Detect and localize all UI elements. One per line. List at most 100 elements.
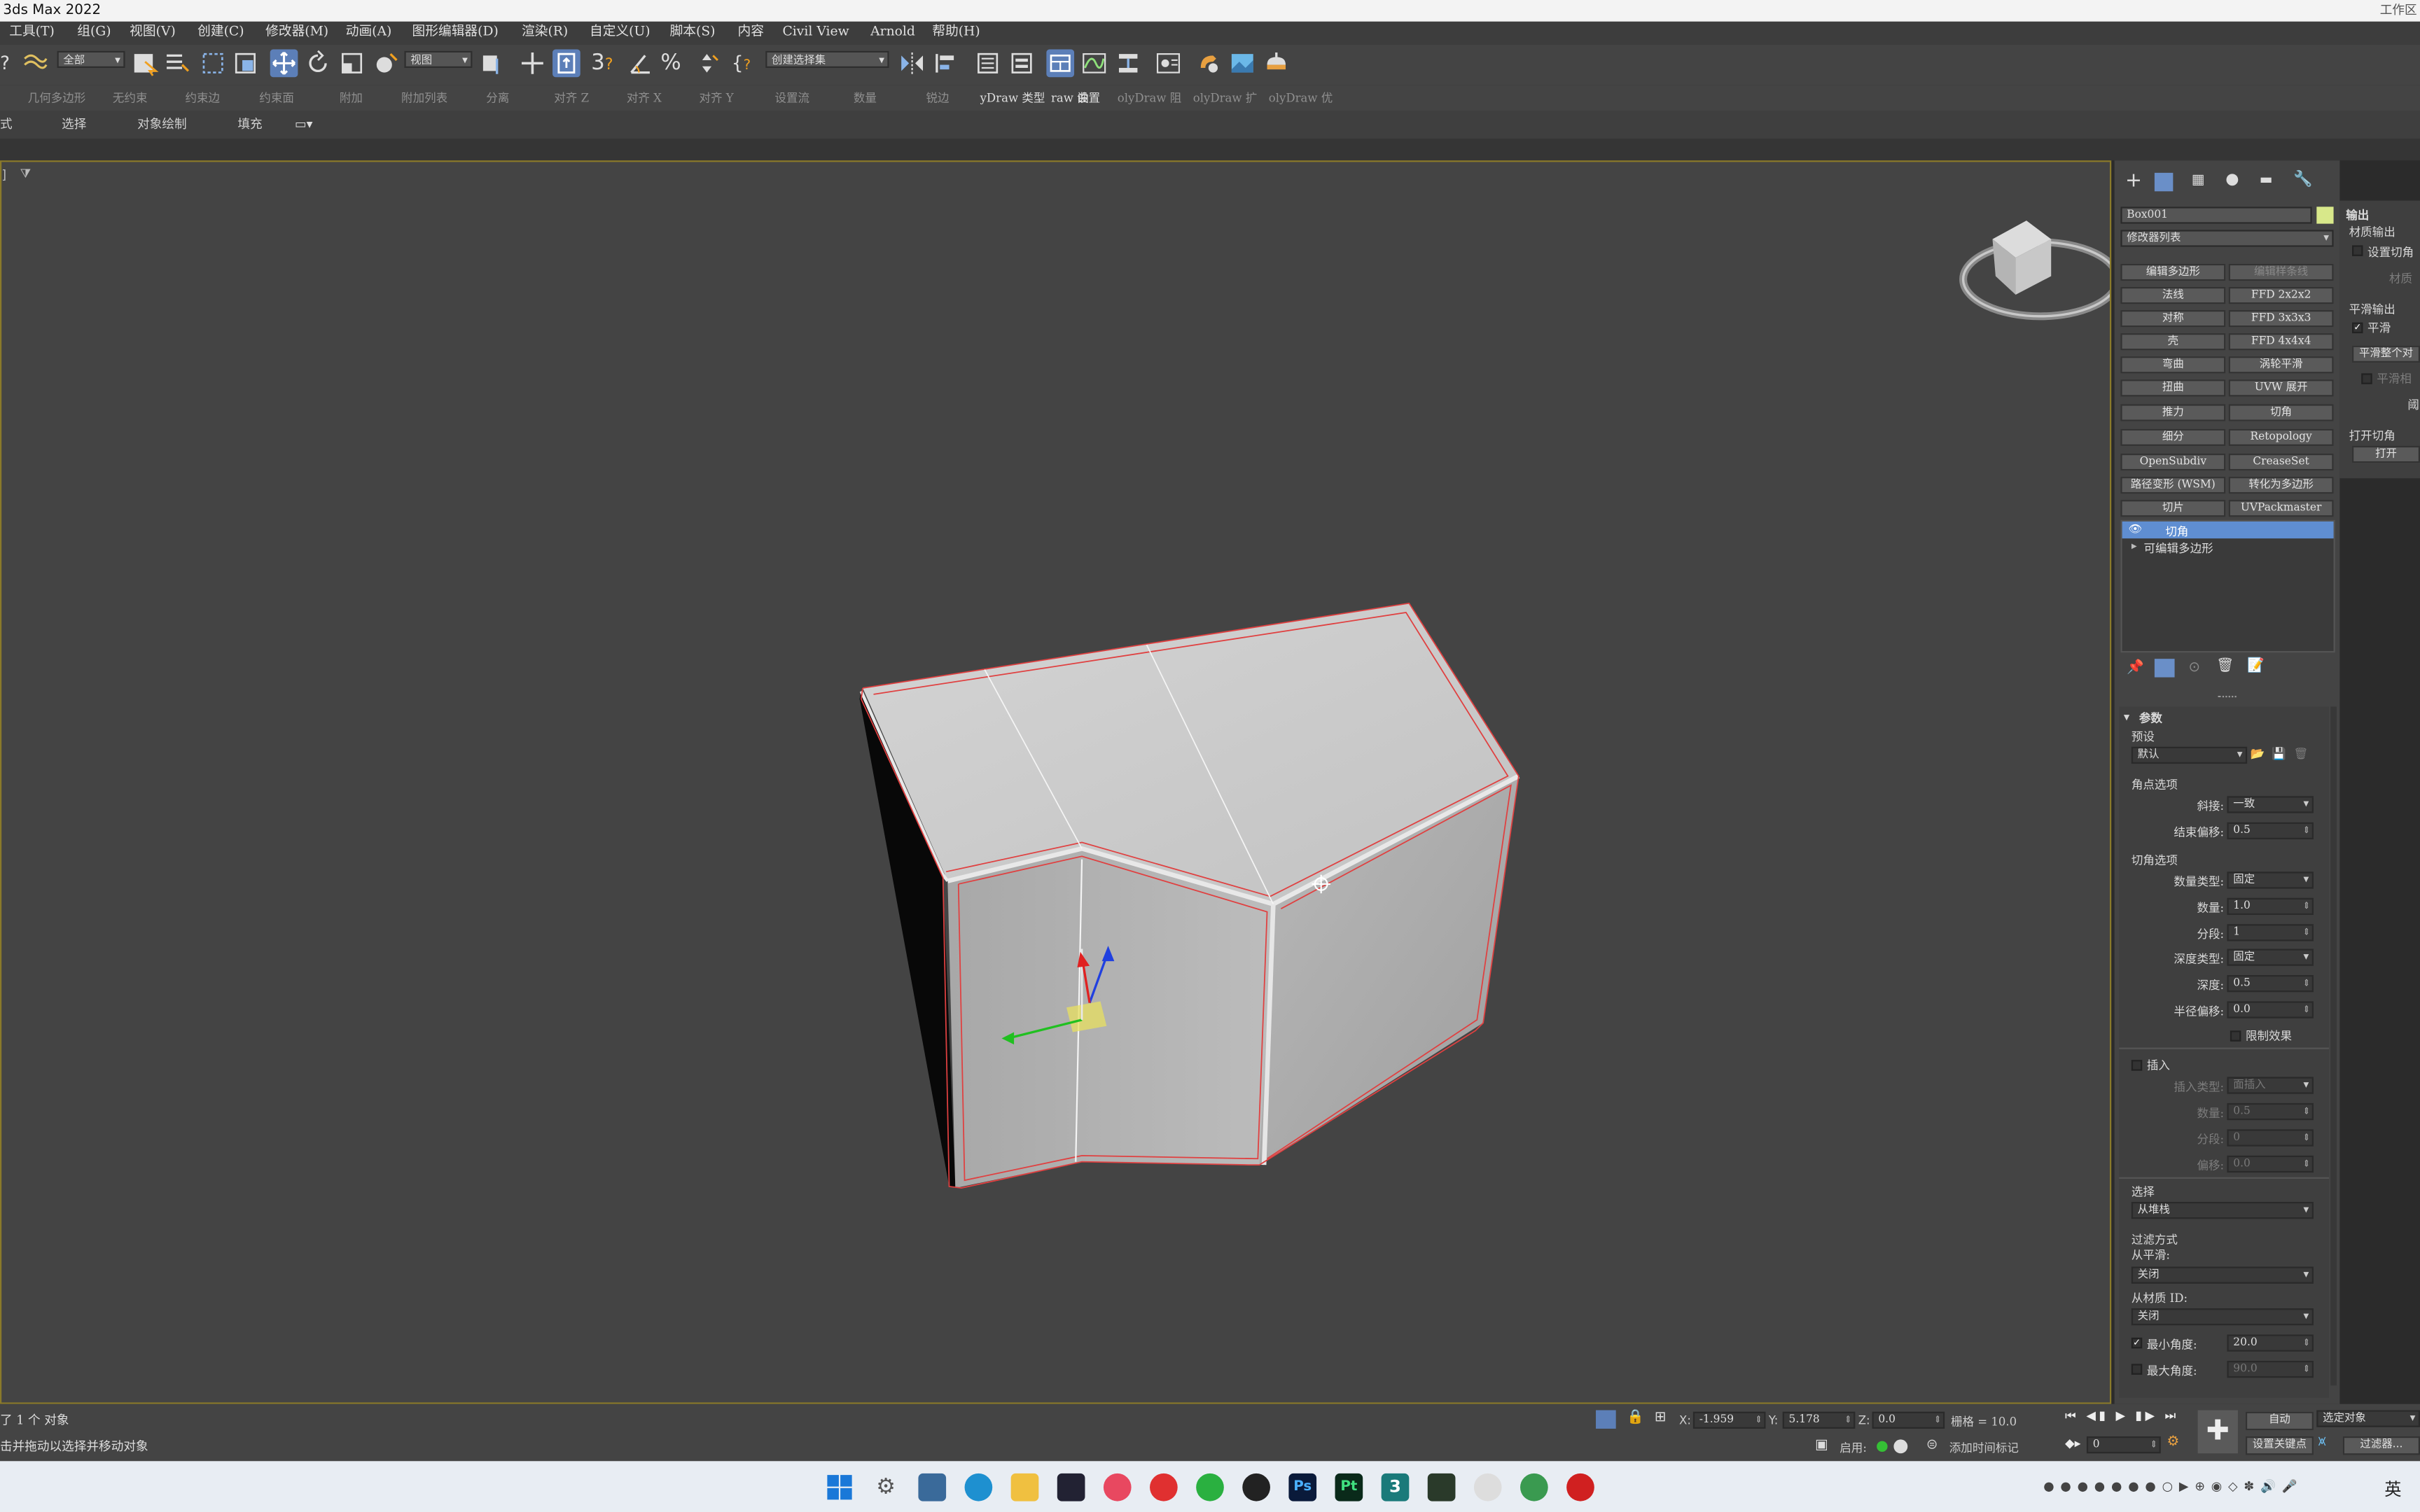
menu-scripting[interactable]: 脚本(S) [670, 22, 716, 45]
snaps-toggle-icon[interactable]: 3? [591, 50, 619, 78]
display-tab-icon[interactable]: ▬ [2260, 173, 2273, 188]
mod-btn-creaseset[interactable]: CreaseSet [2228, 454, 2334, 471]
input-language[interactable]: 英 [2384, 1476, 2401, 1501]
photos-icon[interactable] [918, 1473, 947, 1502]
tab-object-paint[interactable]: 对象绘制 [137, 111, 187, 139]
set-chamfer-checkbox[interactable] [2352, 245, 2363, 256]
delete-preset-icon[interactable]: 🗑 [2293, 747, 2308, 761]
ribbon-item[interactable]: olyDraw 阻 [1118, 85, 1182, 111]
inset-checkbox[interactable] [2131, 1060, 2143, 1071]
menu-modifiers[interactable]: 修改器(M) [265, 22, 328, 45]
chrome-icon[interactable] [1520, 1473, 1548, 1502]
start-icon[interactable] [826, 1474, 854, 1502]
qq-icon[interactable] [1242, 1473, 1270, 1502]
scrollbar[interactable] [2330, 706, 2337, 1386]
motion-tab-icon[interactable]: ● [2225, 172, 2239, 188]
curve-editor-icon[interactable] [1080, 50, 1108, 78]
create-tab-icon[interactable]: + [2125, 169, 2142, 192]
ribbon-item[interactable]: 对齐 X [627, 85, 662, 111]
ribbon-item[interactable]: 约束边 [185, 85, 220, 111]
stack-item-editable-poly[interactable]: 可编辑多边形 [2143, 540, 2213, 556]
percent-snap-icon[interactable]: % [660, 50, 688, 78]
rendered-frame-window-icon[interactable] [1228, 50, 1256, 78]
tab-options-icon[interactable]: ▭▾ [295, 111, 313, 139]
from-material-dropdown[interactable]: 关闭 [2131, 1308, 2314, 1326]
menu-group[interactable]: 组(G) [77, 22, 111, 45]
smooth-checkbox[interactable]: ✓ [2352, 322, 2363, 334]
stack-item-selected[interactable] [2122, 521, 2334, 539]
mod-btn-edit-poly[interactable]: 编辑多边形 [2120, 263, 2226, 281]
ribbon-item[interactable]: 设置流 [774, 85, 809, 111]
menu-help[interactable]: 帮助(H) [932, 22, 980, 45]
playback-controls-icon[interactable]: ⏮ ◀▮ ▶ ▮▶ ⏭ [2065, 1408, 2179, 1424]
align-icon[interactable] [932, 50, 960, 78]
angle-snap-icon[interactable] [627, 50, 655, 78]
mod-btn-edit-spline[interactable]: 编辑样条线 [2228, 263, 2334, 281]
filter-icon[interactable]: ⧩ [20, 167, 32, 182]
utilities-tab-icon[interactable]: 🔧 [2293, 172, 2312, 188]
hierarchy-tab-icon[interactable]: ▦ [2192, 173, 2205, 188]
inset-offset-spinner[interactable]: 0.0 [2227, 1155, 2314, 1173]
layer-explorer-icon[interactable] [1008, 50, 1036, 78]
set-key-icon[interactable]: ✚ [2197, 1410, 2238, 1454]
ribbon-item[interactable]: 附加 [340, 85, 363, 111]
schematic-view-icon[interactable] [1114, 50, 1142, 78]
menu-tools[interactable]: 工具(T) [9, 22, 55, 45]
open-button[interactable]: 打开 [2352, 445, 2420, 463]
mod-btn-twist[interactable]: 扭曲 [2120, 379, 2226, 397]
preset-dropdown[interactable]: 默认 [2131, 746, 2248, 764]
mod-btn-path-deform[interactable]: 路径变形 (WSM) [2120, 477, 2226, 494]
select-object-icon[interactable] [131, 50, 159, 78]
file-explorer-icon[interactable] [1010, 1473, 1039, 1502]
select-manipulate-icon[interactable] [519, 50, 547, 78]
key-mode-icon[interactable]: ◆▸ [2065, 1436, 2080, 1450]
menu-create[interactable]: 创建(C) [197, 22, 244, 45]
render-production-icon[interactable] [1263, 50, 1291, 78]
mod-btn-push[interactable]: 推力 [2120, 404, 2226, 421]
music-icon[interactable] [1103, 1473, 1132, 1502]
ribbon-item[interactable]: 无约束 [113, 85, 148, 111]
netease-music-icon[interactable] [1150, 1473, 1178, 1502]
mod-btn-subdivide[interactable]: 细分 [2120, 428, 2226, 446]
auto-key-button[interactable]: 自动 [2245, 1411, 2314, 1431]
menu-content[interactable]: 内容 [738, 22, 765, 45]
key-filters-button[interactable]: 过滤器... [2342, 1436, 2420, 1455]
photoshop-icon[interactable]: Ps [1288, 1473, 1317, 1502]
mod-btn-uvpackmaster[interactable]: UVPackmaster [2228, 500, 2334, 517]
min-angle-spinner[interactable]: 20.0 [2227, 1334, 2314, 1352]
load-preset-icon[interactable]: 📂 [2251, 747, 2265, 761]
eye-icon[interactable]: 👁 [2128, 523, 2142, 536]
mod-btn-shell[interactable]: 壳 [2120, 333, 2226, 351]
menu-arnold[interactable]: Arnold [870, 22, 915, 45]
current-frame-field[interactable]: 0 [2086, 1436, 2161, 1454]
pivot-center-icon[interactable] [478, 50, 506, 78]
menu-civil-view[interactable]: Civil View [782, 22, 849, 45]
smooth-all-button[interactable]: 平滑整个对 [2352, 345, 2420, 363]
system-tray-icons[interactable]: ●●●●●●●○▶⊕◉◇✽🔊🎤 [2043, 1480, 2337, 1498]
ribbon-item[interactable]: 几何多边形 [28, 85, 86, 111]
smooth-adjacent-checkbox[interactable] [2361, 373, 2372, 384]
bind-spacewarp-icon[interactable] [22, 50, 50, 78]
save-preset-icon[interactable]: 💾 [2272, 747, 2286, 761]
ribbon-item[interactable]: 约束面 [259, 85, 294, 111]
stack-item-chamfer[interactable]: 切角 [2165, 523, 2188, 540]
select-by-name-icon[interactable] [164, 50, 192, 78]
x-coordinate[interactable]: -1.959 [1692, 1411, 1766, 1429]
ribbon-item[interactable]: 曲 [1077, 85, 1089, 111]
rect-selection-icon[interactable] [199, 50, 227, 78]
menu-view[interactable]: 视图(V) [130, 22, 176, 45]
perspective-viewport[interactable]: ] ⧩ [0, 160, 2112, 1404]
edit-named-selection-icon[interactable]: {? [732, 50, 760, 78]
object-name-field[interactable]: Box001 [2120, 206, 2312, 224]
tab-selection[interactable]: 选择 [62, 111, 86, 139]
selection-dropdown[interactable]: 从堆栈 [2131, 1201, 2314, 1219]
mod-btn-slice[interactable]: 切片 [2120, 500, 2226, 517]
circle-app-icon[interactable] [1473, 1473, 1502, 1502]
isolate-selection-icon[interactable] [1596, 1410, 1616, 1429]
select-scale-icon[interactable] [338, 50, 366, 78]
expand-icon[interactable]: ▸ [2132, 540, 2137, 552]
edge-icon[interactable] [964, 1473, 993, 1502]
y-coordinate[interactable]: 5.178 [1782, 1411, 1856, 1429]
adaptive-degradation-icon[interactable]: ▣ [1815, 1438, 1828, 1453]
viewcube[interactable] [1959, 220, 2110, 321]
